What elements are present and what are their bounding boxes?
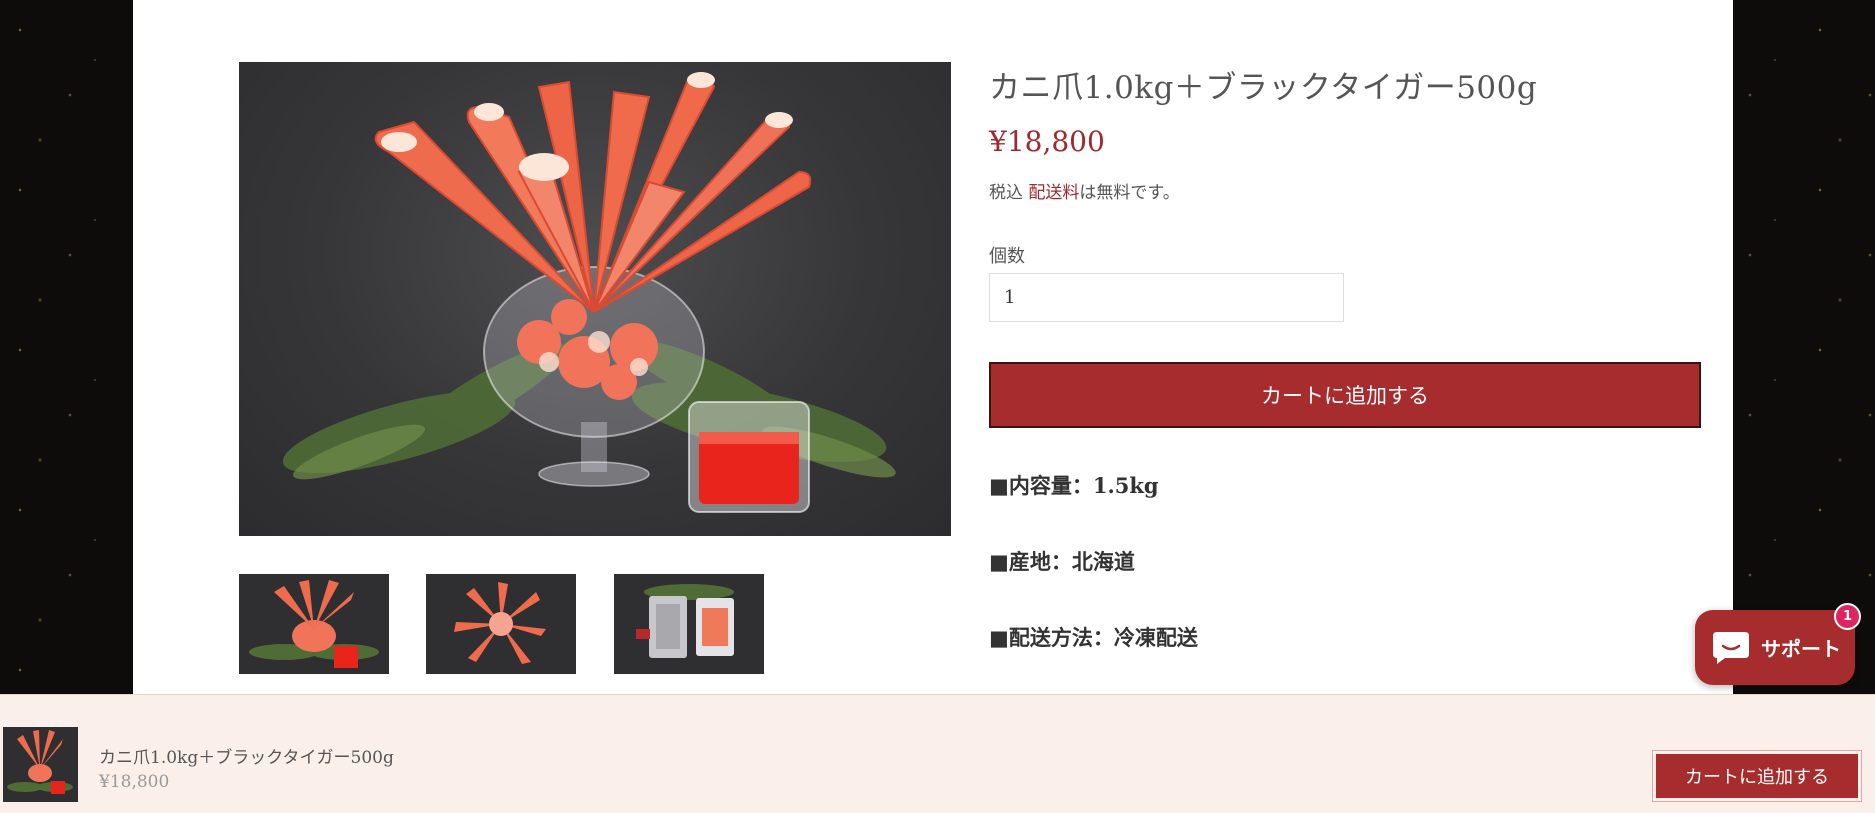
tax-label: 税込 — [989, 183, 1029, 203]
product-title: カニ爪1.0kg＋ブラックタイガー500g — [989, 70, 1538, 106]
shipping-free-text: は無料です。 — [1079, 183, 1180, 203]
product-main-image[interactable] — [239, 62, 951, 536]
support-chat-label: サポート — [1761, 637, 1841, 661]
sticky-cart-bar: カニ爪1.0kg＋ブラックタイガー500g ¥18,800 カートに追加する — [0, 694, 1875, 813]
packaged-seafood-thumb-image — [636, 584, 734, 658]
product-page: カニ爪1.0kg＋ブラックタイガー500g ¥18,800 税込 配送料は無料で… — [133, 0, 1733, 813]
thumbnail-1[interactable] — [239, 574, 389, 674]
sticky-product-price: ¥18,800 — [99, 772, 170, 792]
shipping-policy-link[interactable]: 配送料 — [1028, 183, 1079, 203]
spec-shipping-method: ■配送方法：冷凍配送 — [989, 625, 1198, 650]
add-to-cart-button[interactable]: カートに追加する — [989, 362, 1701, 428]
support-chat-button[interactable]: サポート — [1695, 610, 1855, 685]
crab-claw-glass-sticky-image — [7, 730, 73, 794]
thumbnail-2[interactable] — [426, 574, 576, 674]
chat-notification-badge: 1 — [1834, 603, 1861, 630]
thumbnail-3[interactable] — [614, 574, 764, 674]
sticky-add-to-cart-frame: カートに追加する — [1652, 750, 1862, 802]
spec-origin: ■産地：北海道 — [989, 549, 1135, 574]
sticky-product-thumbnail — [3, 727, 78, 802]
sticky-product-title: カニ爪1.0kg＋ブラックタイガー500g — [99, 748, 394, 768]
quantity-input[interactable] — [989, 273, 1344, 322]
sticky-add-to-cart-button[interactable]: カートに追加する — [1656, 754, 1858, 798]
crab-claw-plate-thumb-image — [454, 582, 546, 664]
tax-shipping-note: 税込 配送料は無料です。 — [989, 178, 1180, 203]
crab-claw-glass-thumb-image — [249, 580, 379, 668]
crab-claw-glass-illustration — [282, 72, 896, 513]
quantity-label: 個数 — [989, 246, 1025, 267]
product-price: ¥18,800 — [989, 125, 1105, 158]
spec-weight: ■内容量：1.5kg — [989, 473, 1159, 498]
chat-bubble-icon — [1713, 631, 1749, 664]
